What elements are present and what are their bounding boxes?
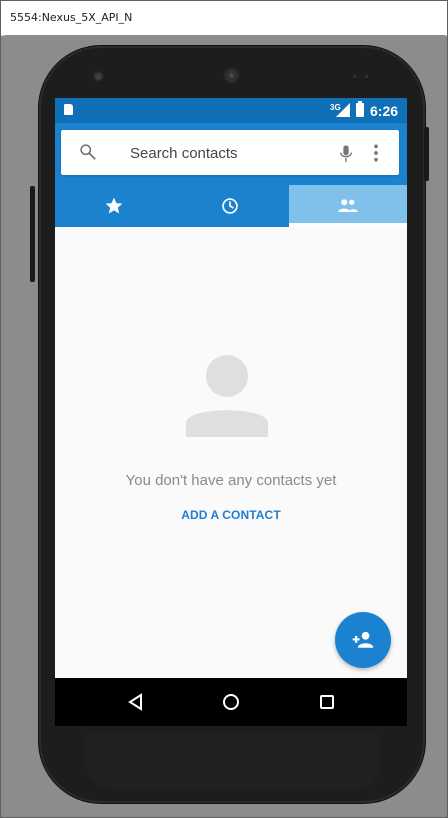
add-contact-link[interactable]: ADD A CONTACT — [55, 508, 407, 522]
phone-screen: 3G 6:26 Search contacts You don't have a… — [55, 98, 407, 726]
clock-icon — [222, 198, 238, 214]
empty-contacts-message: You don't have any contacts yet — [125, 472, 337, 489]
back-icon[interactable] — [123, 688, 151, 716]
phone-chin — [85, 734, 381, 790]
proximity-sensor — [353, 75, 356, 78]
add-person-icon — [352, 631, 374, 648]
signal-icon — [336, 103, 350, 117]
emulator-window: 5554:Nexus_5X_API_N 3G 6:26 Search conta… — [0, 0, 448, 818]
tab-recent[interactable] — [172, 185, 289, 227]
phone-side-button — [30, 186, 35, 282]
search-bar[interactable]: Search contacts — [61, 130, 399, 175]
window-title: 5554:Nexus_5X_API_N — [10, 11, 133, 24]
proximity-sensor — [365, 75, 368, 78]
star-icon — [105, 197, 123, 214]
people-icon — [338, 199, 358, 212]
add-contact-fab[interactable] — [335, 612, 391, 668]
overflow-menu-icon[interactable] — [372, 143, 380, 163]
phone-side-button — [424, 127, 429, 181]
tab-favorites[interactable] — [55, 185, 172, 227]
battery-icon — [356, 101, 364, 117]
search-icon[interactable] — [79, 143, 97, 161]
earpiece-speaker — [223, 67, 240, 84]
person-placeholder-icon — [186, 355, 268, 437]
home-icon[interactable] — [217, 688, 245, 716]
navigation-bar — [55, 678, 407, 726]
status-time: 6:26 — [370, 103, 399, 119]
microphone-icon[interactable] — [338, 142, 354, 166]
front-camera — [95, 73, 102, 80]
tab-contacts[interactable] — [289, 185, 407, 227]
sd-card-icon — [64, 104, 73, 115]
contacts-empty-state: You don't have any contacts yet ADD A CO… — [55, 227, 407, 678]
status-bar: 3G 6:26 — [55, 98, 407, 123]
tab-bar — [55, 185, 407, 227]
search-input[interactable]: Search contacts — [130, 145, 238, 162]
overview-icon[interactable] — [313, 688, 341, 716]
window-titlebar: 5554:Nexus_5X_API_N — [1, 1, 447, 36]
app-header: Search contacts — [55, 123, 407, 227]
